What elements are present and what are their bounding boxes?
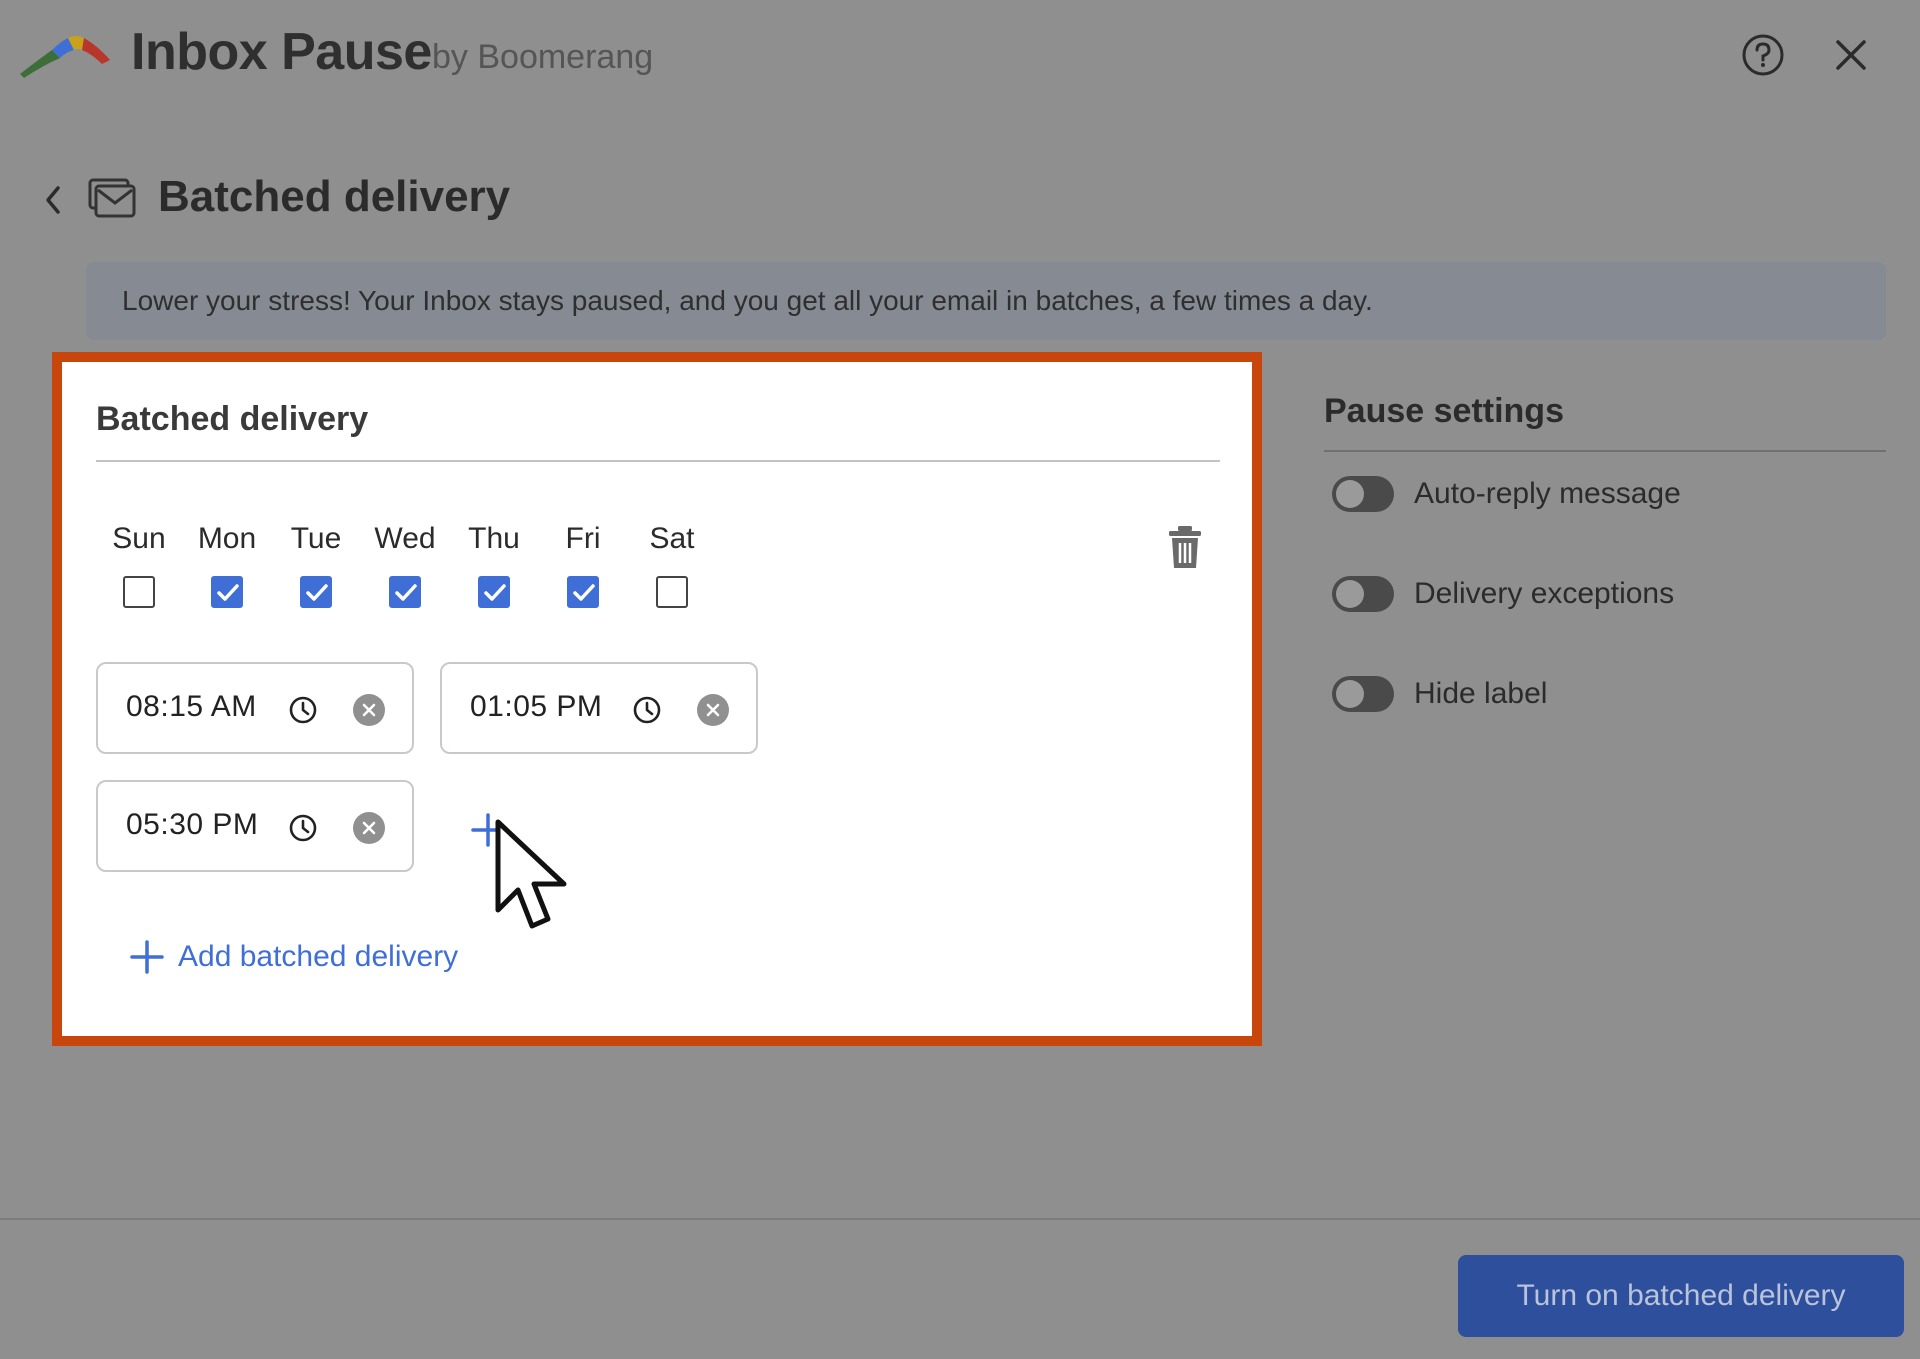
time-value: 05:30 PM (126, 808, 259, 841)
info-banner: Lower your stress! Your Inbox stays paus… (86, 262, 1886, 340)
day-tue: Tue (271, 522, 361, 613)
day-sun: Sun (94, 522, 184, 613)
boomerang-logo (20, 36, 110, 78)
settings-divider (1324, 450, 1886, 452)
day-label: Tue (290, 522, 342, 555)
setting-label: Hide label (1414, 677, 1548, 710)
checkbox-fri[interactable] (567, 576, 599, 608)
checkbox-sat[interactable] (656, 576, 688, 608)
primary-button-label: Turn on batched delivery (1516, 1279, 1846, 1312)
close-icon[interactable] (1828, 32, 1874, 78)
setting-auto-reply: Auto-reply message (1332, 476, 1681, 512)
add-batched-delivery-label: Add batched delivery (178, 940, 459, 973)
batched-delivery-card: Batched delivery Sun Mon Tue Wed Thu Fri… (52, 352, 1262, 1046)
checkbox-tue[interactable] (300, 576, 332, 608)
help-circle-icon[interactable] (1740, 32, 1786, 78)
day-label: Wed (374, 522, 436, 555)
chevron-left-icon[interactable] (36, 178, 68, 222)
delivery-exceptions-toggle[interactable] (1332, 576, 1394, 612)
card-divider (96, 460, 1220, 462)
checkbox-wed[interactable] (389, 576, 421, 608)
setting-hide-label: Hide label (1332, 676, 1547, 712)
checkbox-thu[interactable] (478, 576, 510, 608)
setting-label: Delivery exceptions (1414, 577, 1675, 610)
auto-reply-toggle[interactable] (1332, 476, 1394, 512)
day-label: Thu (468, 522, 520, 555)
day-sat: Sat (627, 522, 717, 613)
clock-icon[interactable] (288, 813, 318, 843)
app-subtitle: by Boomerang (432, 38, 654, 76)
plus-icon (130, 940, 164, 974)
clear-icon[interactable] (696, 693, 730, 727)
day-label: Fri (565, 522, 601, 555)
stacked-mail-icon (88, 178, 136, 218)
time-value: 01:05 PM (470, 690, 603, 723)
setting-delivery-exceptions: Delivery exceptions (1332, 576, 1674, 612)
app-header: Inbox Pause by Boomerang (0, 0, 1920, 110)
clear-icon[interactable] (352, 693, 386, 727)
time-field[interactable]: 05:30 PM (96, 780, 414, 872)
time-field[interactable]: 08:15 AM (96, 662, 414, 754)
day-fri: Fri (538, 522, 628, 613)
trash-icon[interactable] (1166, 524, 1204, 570)
mouse-cursor-icon (495, 819, 567, 929)
day-wed: Wed (360, 522, 450, 613)
page-title: Batched delivery (158, 172, 511, 221)
day-mon: Mon (182, 522, 272, 613)
day-label: Sat (649, 522, 695, 555)
footer-divider (0, 1218, 1920, 1220)
info-banner-text: Lower your stress! Your Inbox stays paus… (122, 285, 1373, 316)
card-title: Batched delivery (96, 400, 369, 438)
setting-label: Auto-reply message (1414, 477, 1681, 510)
checkbox-mon[interactable] (211, 576, 243, 608)
hide-label-toggle[interactable] (1332, 676, 1394, 712)
day-thu: Thu (449, 522, 539, 613)
turn-on-batched-delivery-button[interactable]: Turn on batched delivery (1458, 1255, 1904, 1337)
clock-icon[interactable] (632, 695, 662, 725)
checkbox-sun[interactable] (123, 576, 155, 608)
day-label: Mon (197, 522, 257, 555)
time-value: 08:15 AM (126, 690, 257, 723)
pause-settings-title: Pause settings (1324, 392, 1564, 430)
time-field[interactable]: 01:05 PM (440, 662, 758, 754)
add-batched-delivery-button[interactable]: Add batched delivery (130, 940, 458, 974)
clear-icon[interactable] (352, 811, 386, 845)
day-label: Sun (112, 522, 166, 555)
clock-icon[interactable] (288, 695, 318, 725)
app-title: Inbox Pause (131, 23, 432, 81)
